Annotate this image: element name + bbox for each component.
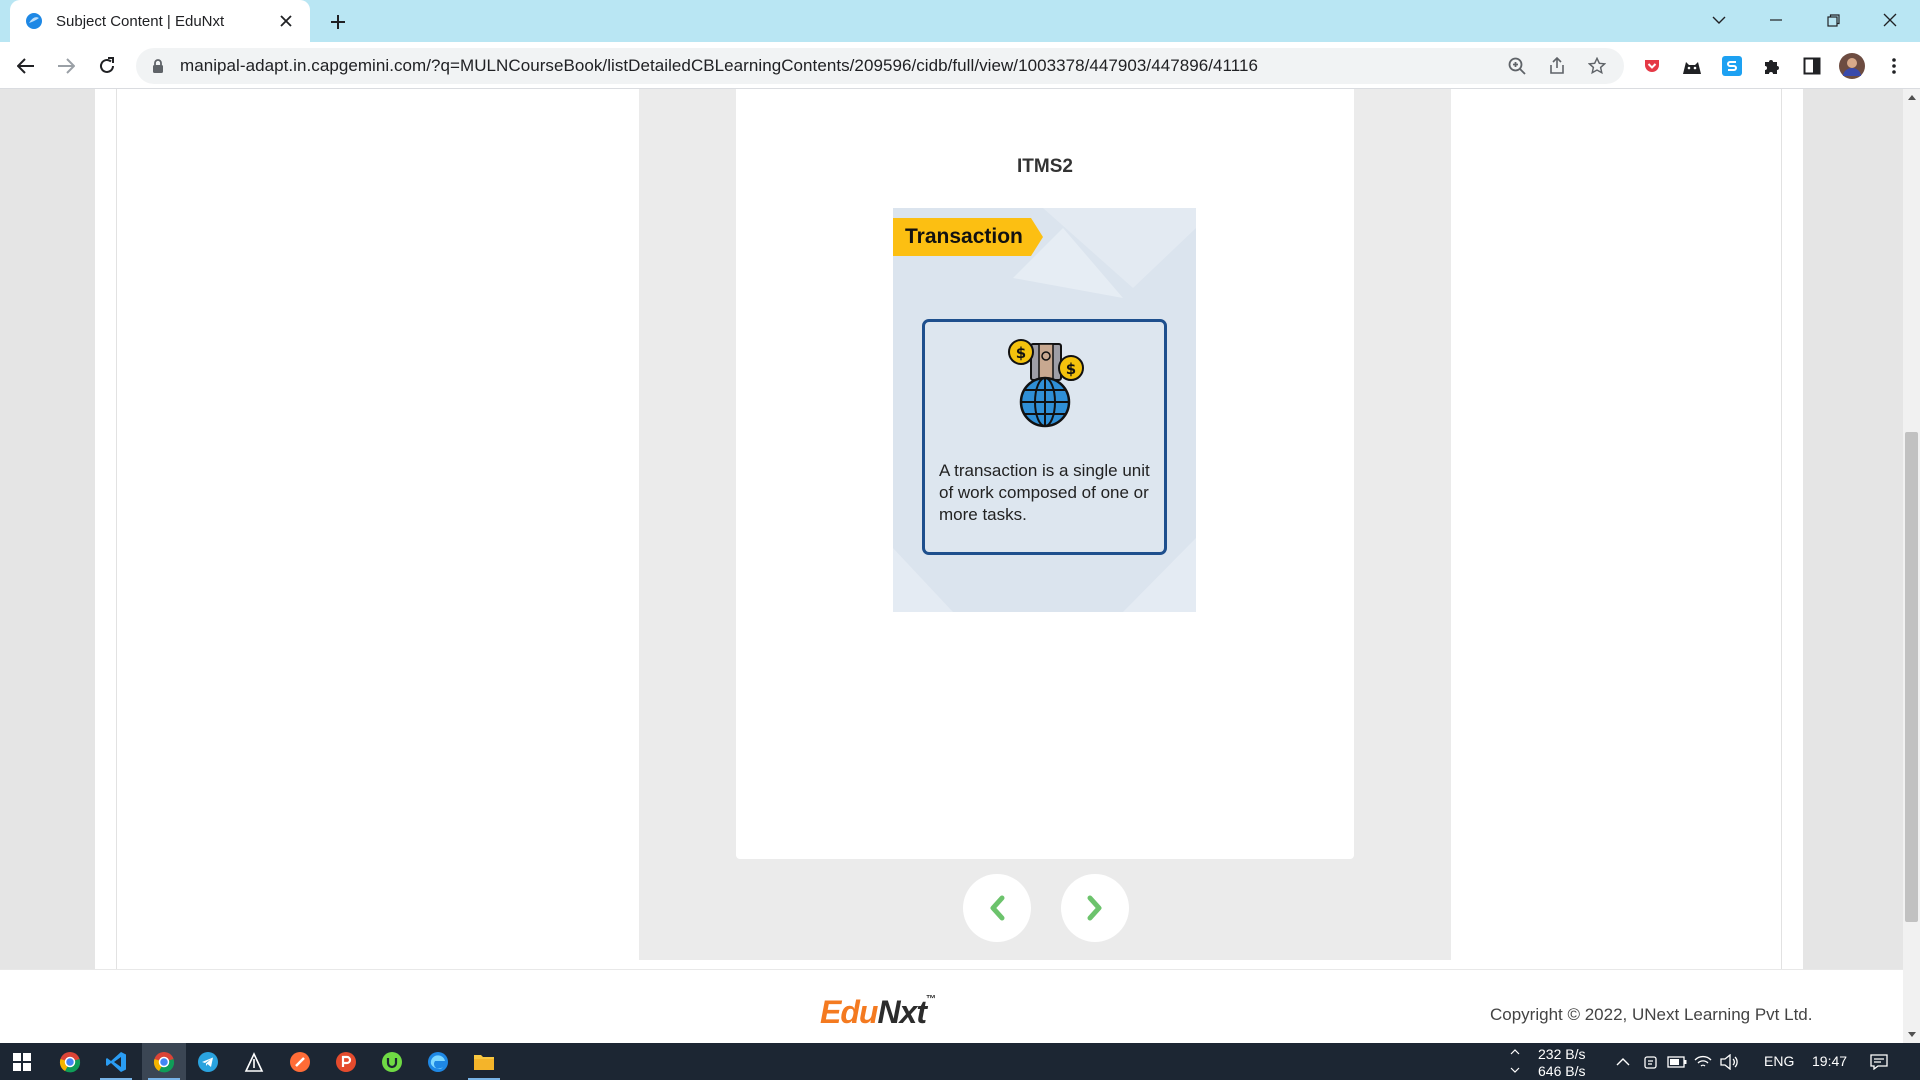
card-content-box: $ $ A transaction is a single unit of wo…	[922, 319, 1167, 555]
show-hidden-icons-chevron-icon[interactable]	[1612, 1051, 1634, 1073]
restore-icon[interactable]	[1805, 0, 1861, 40]
page-viewport: ITMS2 Transaction $ $ A transaction is a…	[0, 89, 1903, 1043]
volume-icon[interactable]	[1718, 1051, 1740, 1073]
content-viewer: ITMS2 Transaction $ $ A transaction is a…	[639, 89, 1451, 960]
tab-title: Subject Content | EduNxt	[56, 12, 225, 30]
meet-now-icon[interactable]	[1640, 1051, 1662, 1073]
scroll-up-arrow-icon[interactable]	[1903, 89, 1920, 106]
brand-tm: ™	[926, 994, 936, 1005]
svg-text:$: $	[1016, 344, 1026, 362]
chevron-right-icon	[1087, 895, 1102, 921]
transaction-card: Transaction $ $ A transaction is a singl…	[893, 208, 1196, 612]
browser-menu-icon[interactable]	[1878, 50, 1910, 82]
inkscape-taskbar-icon[interactable]	[232, 1043, 276, 1080]
pdf-p-taskbar-icon[interactable]	[324, 1043, 368, 1080]
reload-icon[interactable]	[91, 50, 123, 82]
card-tag-label: Transaction	[893, 218, 1043, 256]
edunxt-logo[interactable]: EduNxt™	[820, 994, 936, 1031]
lock-icon[interactable]	[150, 58, 166, 74]
battery-icon[interactable]	[1666, 1051, 1688, 1073]
network-up-arrow-icon	[1504, 1045, 1526, 1059]
browser-toolbar: manipal-adapt.in.capgemini.com/?q=MULNCo…	[0, 42, 1920, 89]
bookmark-star-icon[interactable]	[1582, 51, 1612, 81]
svg-text:$: $	[1066, 360, 1076, 378]
tab-subject-content[interactable]: Subject Content | EduNxt	[10, 0, 310, 42]
frame-border-right	[1781, 89, 1782, 969]
file-explorer-taskbar-icon[interactable]	[462, 1043, 506, 1080]
wifi-icon[interactable]	[1692, 1051, 1714, 1073]
chrome-taskbar-icon[interactable]	[48, 1043, 92, 1080]
s-extension-icon[interactable]	[1716, 50, 1748, 82]
windows-start-icon[interactable]	[0, 1043, 44, 1080]
globe-money-icon: $ $	[997, 332, 1093, 428]
brand-part1: Edu	[820, 994, 878, 1030]
card-description: A transaction is a single unit of work c…	[939, 461, 1150, 524]
page-gutter-left	[0, 89, 95, 969]
page-gutter-right	[1803, 89, 1903, 969]
tab-search-chevron-icon[interactable]	[1691, 0, 1747, 40]
back-arrow-icon[interactable]	[10, 50, 42, 82]
chevron-left-icon	[990, 895, 1005, 921]
upwork-taskbar-icon[interactable]	[370, 1043, 414, 1080]
address-bar[interactable]: manipal-adapt.in.capgemini.com/?q=MULNCo…	[136, 48, 1624, 84]
url-text[interactable]: manipal-adapt.in.capgemini.com/?q=MULNCo…	[180, 56, 1502, 76]
minimize-icon[interactable]	[1748, 0, 1804, 40]
vscode-taskbar-icon[interactable]	[94, 1043, 138, 1080]
windows-taskbar: 232 B/s 646 B/s ENG 19:47	[0, 1043, 1920, 1080]
slide-title: ITMS2	[1017, 156, 1073, 177]
input-language[interactable]: ENG	[1764, 1053, 1794, 1069]
chrome-active-taskbar-icon[interactable]	[142, 1043, 186, 1080]
side-panel-icon[interactable]	[1796, 50, 1828, 82]
share-icon[interactable]	[1542, 51, 1572, 81]
tab-close-icon[interactable]	[274, 9, 298, 33]
copyright-text: Copyright © 2022, UNext Learning Pvt Ltd…	[1490, 1005, 1813, 1024]
cat-extension-icon[interactable]	[1676, 50, 1708, 82]
brand-part2: Nxt	[877, 994, 927, 1030]
tab-strip: Subject Content | EduNxt	[0, 0, 1920, 42]
postman-taskbar-icon[interactable]	[278, 1043, 322, 1080]
pocket-extension-icon[interactable]	[1636, 50, 1668, 82]
network-upload-rate: 232 B/s	[1538, 1046, 1586, 1062]
page-scrollbar[interactable]	[1903, 89, 1920, 1043]
close-window-icon[interactable]	[1862, 0, 1918, 40]
telegram-taskbar-icon[interactable]	[186, 1043, 230, 1080]
new-tab-button[interactable]	[322, 6, 354, 38]
slide-panel: ITMS2 Transaction $ $ A transaction is a…	[736, 89, 1354, 859]
next-slide-button[interactable]	[1061, 874, 1129, 942]
frame-border-left	[116, 89, 117, 969]
zoom-icon[interactable]	[1502, 51, 1532, 81]
network-down-arrow-icon	[1504, 1063, 1526, 1077]
scroll-down-arrow-icon[interactable]	[1903, 1026, 1920, 1043]
clock-time[interactable]: 19:47	[1812, 1053, 1847, 1069]
previous-slide-button[interactable]	[963, 874, 1031, 942]
puzzle-extensions-icon[interactable]	[1756, 50, 1788, 82]
network-download-rate: 646 B/s	[1538, 1063, 1586, 1079]
profile-avatar[interactable]	[1836, 50, 1868, 82]
edunxt-favicon-icon	[24, 11, 44, 31]
notifications-icon[interactable]	[1868, 1051, 1890, 1073]
scroll-thumb[interactable]	[1905, 432, 1918, 922]
content-frame: ITMS2 Transaction $ $ A transaction is a…	[95, 89, 1803, 969]
edge-taskbar-icon[interactable]	[416, 1043, 460, 1080]
page-footer: EduNxt™ Copyright © 2022, UNext Learning…	[0, 969, 1903, 1043]
forward-arrow-icon[interactable]	[50, 50, 82, 82]
